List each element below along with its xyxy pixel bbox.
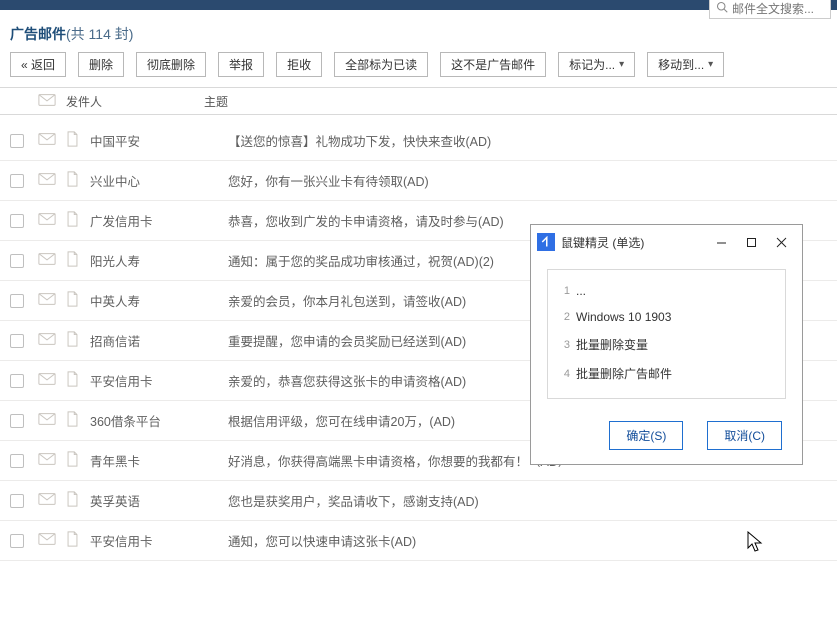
column-subject[interactable]: 主题: [204, 93, 829, 110]
option-item[interactable]: 2 Windows 10 1903: [558, 304, 775, 330]
mail-sender: 360借条平台: [90, 411, 228, 430]
mail-sender: 平安信用卡: [90, 531, 228, 550]
mail-subject: 通知，您可以快速申请这张卡(AD): [228, 531, 829, 550]
mail-sender: 中国平安: [90, 131, 228, 150]
option-label: Windows 10 1903: [576, 310, 671, 324]
envelope-icon: [38, 292, 56, 309]
global-search[interactable]: [709, 0, 831, 19]
mail-toolbar: « 返回 删除 彻底删除 举报 拒收 全部标为已读 这不是广告邮件 标记为...…: [0, 52, 837, 87]
envelope-icon: [38, 252, 56, 269]
file-icon: [66, 251, 79, 270]
row-checkbox[interactable]: [10, 534, 24, 548]
file-icon: [66, 211, 79, 230]
option-item[interactable]: 1...: [558, 278, 775, 304]
file-icon: [66, 491, 79, 510]
macro-dialog: 鼠键精灵 (单选) 1... 2 Windows 10 1903 3 批量删除变量 4 批量…: [530, 224, 803, 465]
envelope-icon: [38, 452, 56, 469]
row-checkbox[interactable]: [10, 374, 24, 388]
envelope-icon: [38, 532, 56, 549]
envelope-icon: [38, 172, 56, 189]
folder-title: 广告邮件: [10, 26, 66, 42]
envelope-icon: [38, 412, 56, 429]
mail-row[interactable]: 中国平安【送您的惊喜】礼物成功下发，快快来查收(AD): [0, 121, 837, 161]
hard-delete-button[interactable]: 彻底删除: [136, 52, 206, 77]
option-number: 3: [560, 339, 570, 351]
ok-button[interactable]: 确定(S): [609, 421, 683, 450]
mail-row[interactable]: 平安信用卡通知，您可以快速申请这张卡(AD): [0, 521, 837, 561]
row-checkbox[interactable]: [10, 494, 24, 508]
mail-sender: 招商信诺: [90, 331, 228, 350]
option-item[interactable]: 4 批量删除广告邮件: [558, 359, 775, 388]
move-to-button[interactable]: 移动到...▾: [647, 52, 724, 77]
option-number: 1: [560, 285, 570, 297]
move-to-label: 移动到...: [658, 57, 704, 73]
envelope-icon: [38, 332, 56, 349]
cancel-button[interactable]: 取消(C): [707, 421, 782, 450]
not-ad-button[interactable]: 这不是广告邮件: [440, 52, 546, 77]
envelope-icon: [38, 372, 56, 389]
reject-button[interactable]: 拒收: [276, 52, 322, 77]
minimize-button[interactable]: [706, 232, 736, 252]
maximize-button[interactable]: [736, 232, 766, 252]
file-icon: [66, 411, 79, 430]
mark-as-label: 标记为...: [569, 57, 615, 73]
row-checkbox[interactable]: [10, 174, 24, 188]
mail-row[interactable]: 兴业中心您好，你有一张兴业卡有待领取(AD): [0, 161, 837, 201]
mail-sender: 英孚英语: [90, 491, 228, 510]
option-number: 4: [560, 368, 570, 380]
chevron-down-icon: ▾: [619, 57, 624, 73]
file-icon: [66, 291, 79, 310]
envelope-icon: [38, 492, 56, 509]
file-icon: [66, 131, 79, 150]
search-input[interactable]: [732, 2, 824, 16]
row-checkbox[interactable]: [10, 214, 24, 228]
mail-sender: 青年黑卡: [90, 451, 228, 470]
delete-button[interactable]: 删除: [78, 52, 124, 77]
option-list: 1... 2 Windows 10 1903 3 批量删除变量 4 批量删除广告邮件: [547, 269, 786, 399]
search-icon: [716, 1, 728, 16]
file-icon: [66, 171, 79, 190]
mail-sender: 兴业中心: [90, 171, 228, 190]
option-item[interactable]: 3 批量删除变量: [558, 330, 775, 359]
close-button[interactable]: [766, 232, 796, 252]
mail-subject: 您也是获奖用户，奖品请收下，感谢支持(AD): [228, 491, 829, 510]
mail-sender: 阳光人寿: [90, 251, 228, 270]
back-button[interactable]: « 返回: [10, 52, 66, 77]
app-logo-icon: [537, 233, 555, 251]
chevron-down-icon: ▾: [708, 57, 713, 73]
mail-sender: 广发信用卡: [90, 211, 228, 230]
row-checkbox[interactable]: [10, 254, 24, 268]
option-label: 批量删除变量: [576, 336, 648, 353]
row-checkbox[interactable]: [10, 294, 24, 308]
row-checkbox[interactable]: [10, 414, 24, 428]
mark-as-button[interactable]: 标记为...▾: [558, 52, 635, 77]
option-label: 批量删除广告邮件: [576, 365, 672, 382]
report-button[interactable]: 举报: [218, 52, 264, 77]
file-icon: [66, 531, 79, 550]
envelope-icon: [38, 212, 56, 229]
mail-sender: 平安信用卡: [90, 371, 228, 390]
option-number: 2: [560, 311, 570, 323]
mail-list-header: 发件人 主题: [0, 87, 837, 115]
row-checkbox[interactable]: [10, 334, 24, 348]
dialog-titlebar[interactable]: 鼠键精灵 (单选): [531, 225, 802, 259]
mail-subject: 【送您的惊喜】礼物成功下发，快快来查收(AD): [228, 131, 829, 150]
file-icon: [66, 331, 79, 350]
mark-all-read-button[interactable]: 全部标为已读: [334, 52, 428, 77]
column-sender[interactable]: 发件人: [66, 93, 204, 110]
file-icon: [66, 371, 79, 390]
mail-row[interactable]: 英孚英语您也是获奖用户，奖品请收下，感谢支持(AD): [0, 481, 837, 521]
folder-count: (共 114 封): [66, 26, 133, 42]
row-checkbox[interactable]: [10, 454, 24, 468]
dialog-title: 鼠键精灵 (单选): [561, 234, 706, 251]
mail-subject: 您好，你有一张兴业卡有待领取(AD): [228, 171, 829, 190]
option-label: ...: [576, 284, 586, 298]
mail-sender: 中英人寿: [90, 291, 228, 310]
file-icon: [66, 451, 79, 470]
envelope-icon: [38, 132, 56, 149]
header-envelope-icon: [38, 93, 66, 110]
row-checkbox[interactable]: [10, 134, 24, 148]
